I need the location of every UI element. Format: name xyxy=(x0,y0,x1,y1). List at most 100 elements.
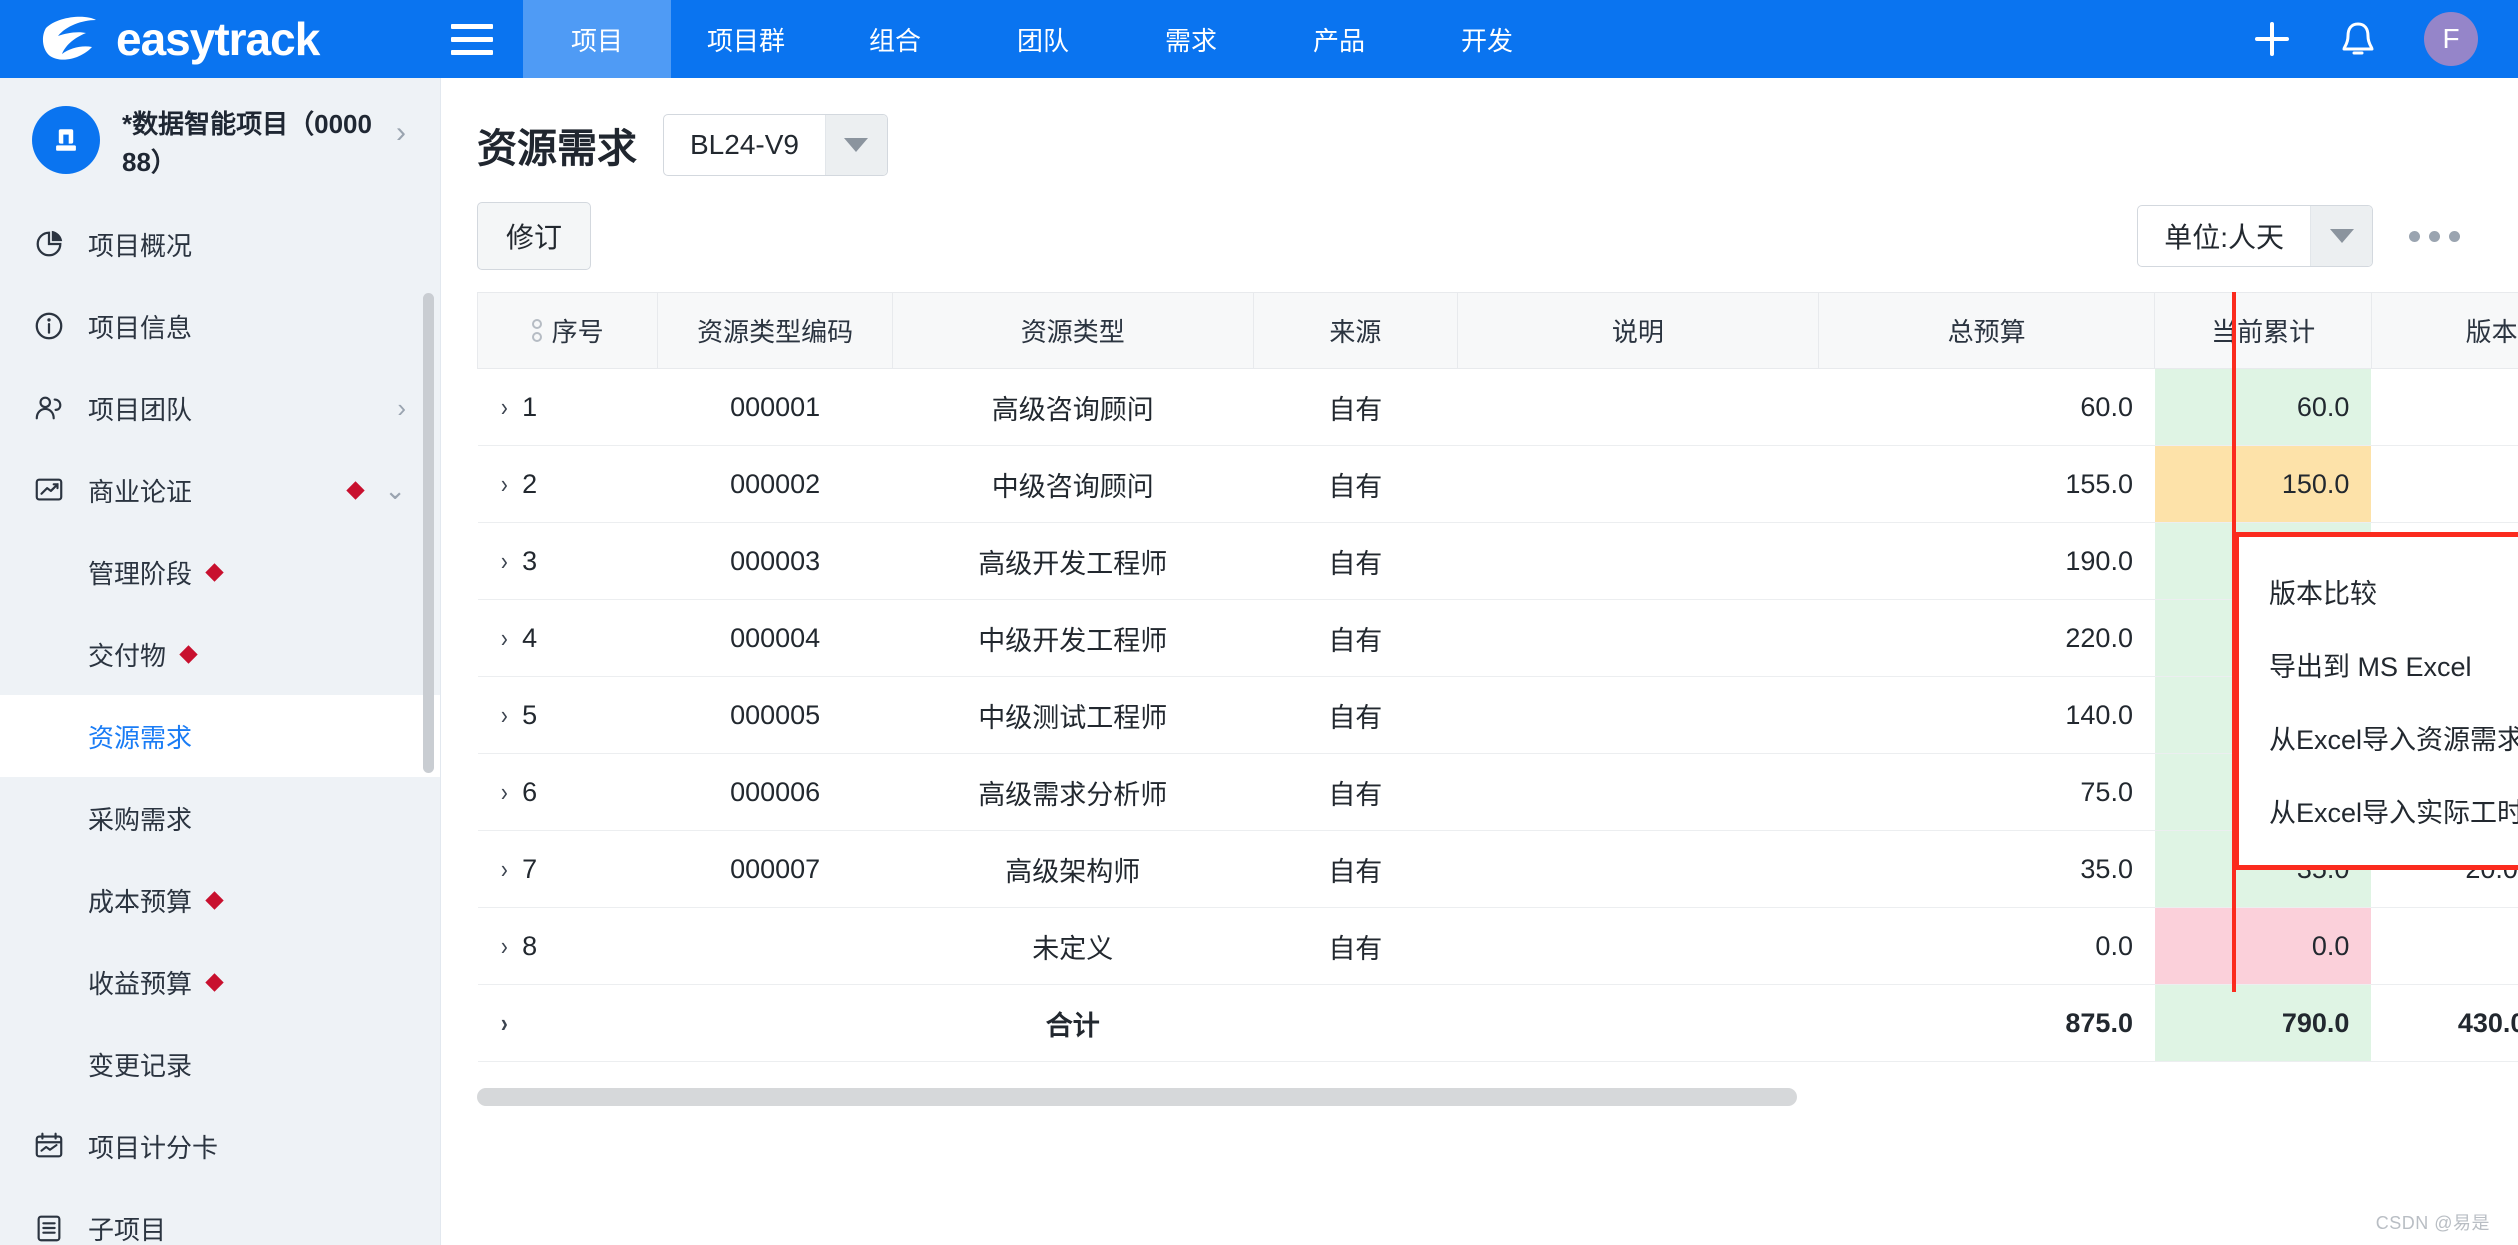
cell-source xyxy=(1253,985,1457,1062)
sidebar-item-cost-budget[interactable]: 成本预算 xyxy=(0,859,440,941)
row-expander-icon[interactable]: › xyxy=(500,469,507,500)
row-expander-icon[interactable]: › xyxy=(500,392,507,423)
version-select[interactable]: BL24-V9 xyxy=(663,114,888,176)
cell-budget: 0.0 xyxy=(1818,908,2155,985)
table-row[interactable]: ›6 000006 高级需求分析师 自有 75.0 75.0 40.0 xyxy=(478,754,2518,831)
row-expander-icon[interactable]: › xyxy=(500,623,507,654)
avatar[interactable]: F xyxy=(2424,12,2478,66)
hamburger-icon[interactable] xyxy=(441,0,503,78)
table-row[interactable]: ›4 000004 中级开发工程师 自有 220.0 200.0 160.0 xyxy=(478,600,2518,677)
horizontal-scrollbar-thumb[interactable] xyxy=(477,1088,1797,1106)
table-header-row: 序号 资源类型编码 资源类型 来源 说明 总预算 当前累计 版本 开 xyxy=(478,293,2518,369)
column-header-resource-code[interactable]: 资源类型编码 xyxy=(658,293,892,369)
cell-type: 未定义 xyxy=(892,908,1253,985)
cell-type: 高级架构师 xyxy=(892,831,1253,908)
cell-seq[interactable]: ›2 xyxy=(478,446,658,523)
sidebar-scrollbar[interactable] xyxy=(423,293,434,773)
sidebar-item-project-overview[interactable]: 项目概况 xyxy=(0,203,440,285)
table-row[interactable]: ›3 000003 高级开发工程师 自有 190.0 160.0 xyxy=(478,523,2518,600)
project-name: *数据智能项目（000088） xyxy=(122,106,374,181)
column-header-total-budget[interactable]: 总预算 xyxy=(1818,293,2155,369)
row-expander-icon[interactable]: › xyxy=(500,546,507,577)
row-expander-icon[interactable]: › xyxy=(500,931,507,962)
required-marker-icon xyxy=(205,563,223,581)
drag-handle-icon[interactable] xyxy=(532,319,542,342)
caret-down-icon[interactable] xyxy=(2310,206,2372,266)
context-menu-item-import-resource-requirements[interactable]: 从Excel导入资源需求 xyxy=(2239,701,2518,774)
cell-seq[interactable]: ›4 xyxy=(478,600,658,677)
column-header-version[interactable]: 版本 xyxy=(2371,293,2518,369)
column-header-resource-type[interactable]: 资源类型 xyxy=(892,293,1253,369)
sidebar-item-management-stage[interactable]: 管理阶段 xyxy=(0,531,440,613)
chevron-right-icon[interactable]: › xyxy=(396,106,406,150)
cell-type: 中级测试工程师 xyxy=(892,677,1253,754)
nav-tab-portfolio[interactable]: 组合 xyxy=(821,0,969,78)
sidebar-item-subprojects[interactable]: 子项目 xyxy=(0,1187,440,1245)
cell-current: 0.0 xyxy=(2155,908,2371,985)
sidebar-project-header[interactable]: *数据智能项目（000088） › xyxy=(0,78,440,203)
cell-seq[interactable]: ›7 xyxy=(478,831,658,908)
sidebar-item-benefit-budget[interactable]: 收益预算 xyxy=(0,941,440,1023)
cell-desc xyxy=(1458,523,1819,600)
sidebar-item-deliverables[interactable]: 交付物 xyxy=(0,613,440,695)
sidebar-item-change-log[interactable]: 变更记录 xyxy=(0,1023,440,1105)
sidebar-item-label: 项目计分卡 xyxy=(88,1128,406,1165)
sidebar-item-scorecard[interactable]: 项目计分卡 xyxy=(0,1105,440,1187)
chevron-right-icon[interactable]: › xyxy=(397,393,406,424)
cell-desc xyxy=(1458,600,1819,677)
table-row[interactable]: ›5 000005 中级测试工程师 自有 140.0 110.0 8 xyxy=(478,677,2518,754)
row-expander-icon[interactable]: › xyxy=(500,700,507,731)
row-expander-icon[interactable]: › xyxy=(500,854,507,885)
unit-select[interactable]: 单位:人天 xyxy=(2137,205,2373,267)
cell-seq[interactable]: ›6 xyxy=(478,754,658,831)
cell-seq[interactable]: ›5 xyxy=(478,677,658,754)
table-row[interactable]: ›8 未定义 自有 0.0 0.0 xyxy=(478,908,2518,985)
sidebar-item-business-case[interactable]: 商业论证 ⌄ xyxy=(0,449,440,531)
watermark: CSDN @易是 xyxy=(2376,1209,2490,1235)
bell-icon[interactable] xyxy=(2338,19,2378,59)
toolbar-right-group: 单位:人天 xyxy=(2137,205,2466,267)
horizontal-scrollbar[interactable] xyxy=(477,1088,2497,1106)
table-row[interactable]: ›1 000001 高级咨询顾问 自有 60.0 60.0 10 xyxy=(478,369,2518,446)
cell-source: 自有 xyxy=(1253,677,1457,754)
chevron-down-icon[interactable]: ⌄ xyxy=(384,475,406,506)
context-menu-item-version-compare[interactable]: 版本比较 xyxy=(2239,555,2518,628)
column-header-current-total[interactable]: 当前累计 xyxy=(2155,293,2371,369)
table-row[interactable]: ›2 000002 中级咨询顾问 自有 155.0 150.0 10 xyxy=(478,446,2518,523)
plus-icon[interactable] xyxy=(2252,19,2292,59)
users-icon xyxy=(32,391,66,425)
table-row[interactable]: ›7 000007 高级架构师 自有 35.0 35.0 20.0 xyxy=(478,831,2518,908)
ellipsis-icon[interactable] xyxy=(2403,221,2466,252)
brand-logo-area[interactable]: easytrack xyxy=(0,0,441,78)
nav-tab-team[interactable]: 团队 xyxy=(969,0,1117,78)
sidebar-item-project-info[interactable]: 项目信息 xyxy=(0,285,440,367)
nav-tab-development[interactable]: 开发 xyxy=(1413,0,1561,78)
column-header-description[interactable]: 说明 xyxy=(1458,293,1819,369)
nav-tab-projects[interactable]: 项目 xyxy=(523,0,671,78)
nav-tab-product[interactable]: 产品 xyxy=(1265,0,1413,78)
sidebar-item-procurement-requirements[interactable]: 采购需求 xyxy=(0,777,440,859)
cell-seq[interactable]: ›3 xyxy=(478,523,658,600)
cell-budget: 35.0 xyxy=(1818,831,2155,908)
sidebar-item-label: 收益预算 xyxy=(88,964,192,1001)
cell-seq[interactable]: ›1 xyxy=(478,369,658,446)
row-expander-icon[interactable]: › xyxy=(500,1008,507,1039)
column-header-seq[interactable]: 序号 xyxy=(478,293,658,369)
cell-source: 自有 xyxy=(1253,600,1457,677)
cell-seq[interactable]: › xyxy=(478,985,658,1062)
table-total-row[interactable]: › 合计 875.0 790.0 430.0 105 xyxy=(478,985,2518,1062)
context-menu-item-import-actual-hours[interactable]: 从Excel导入实际工时 xyxy=(2239,774,2518,847)
nav-tab-requirements[interactable]: 需求 xyxy=(1117,0,1265,78)
revise-button[interactable]: 修订 xyxy=(477,202,591,270)
column-header-source[interactable]: 来源 xyxy=(1253,293,1457,369)
sidebar-item-label: 资源需求 xyxy=(88,718,192,755)
sidebar-item-resource-requirements[interactable]: 资源需求 xyxy=(0,695,440,777)
sidebar-item-project-team[interactable]: 项目团队 › xyxy=(0,367,440,449)
caret-down-icon[interactable] xyxy=(825,115,887,175)
cell-seq[interactable]: ›8 xyxy=(478,908,658,985)
nav-tab-programs[interactable]: 项目群 xyxy=(671,0,821,78)
row-expander-icon[interactable]: › xyxy=(500,777,507,808)
cell-budget: 875.0 xyxy=(1818,985,2155,1062)
context-menu-item-export-excel[interactable]: 导出到 MS Excel xyxy=(2239,628,2518,701)
unit-select-value: 单位:人天 xyxy=(2138,206,2310,266)
